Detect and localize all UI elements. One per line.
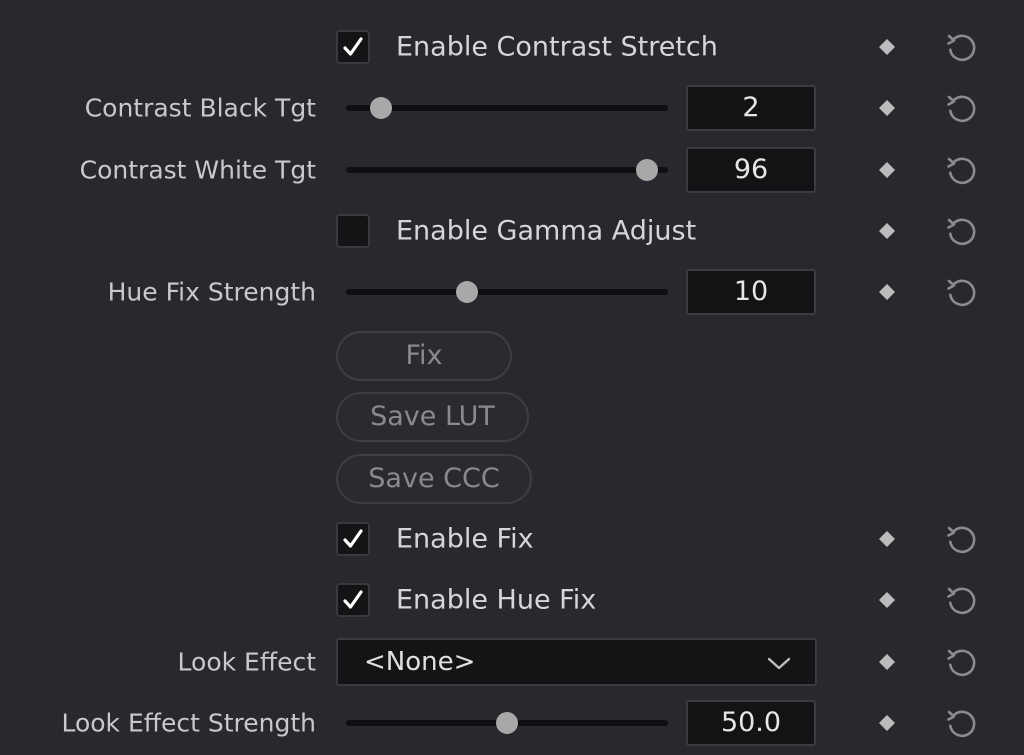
reset-arrow-icon — [947, 157, 976, 185]
reset-arrow-icon — [947, 34, 976, 62]
reset-arrow-icon — [947, 218, 976, 246]
reset-icon[interactable] — [945, 275, 979, 309]
checkmark-icon — [343, 37, 363, 56]
enable-gamma-adjust-checkbox[interactable] — [336, 214, 370, 248]
reset-arrow-icon — [947, 587, 976, 615]
keyframe-diamond-icon[interactable] — [878, 714, 896, 732]
row-enable-contrast-stretch: Enable Contrast Stretch — [0, 22, 1024, 72]
keyframe-diamond-icon[interactable] — [878, 591, 896, 609]
reset-icon[interactable] — [945, 91, 979, 125]
diamond-icon — [879, 162, 895, 178]
look-effect-strength-label: Look Effect Strength — [61, 708, 316, 738]
reset-icon[interactable] — [945, 583, 979, 617]
reset-arrow-icon — [947, 710, 976, 738]
fix-button[interactable]: Fix — [336, 331, 512, 381]
diamond-icon — [879, 284, 895, 300]
reset-arrow-icon — [947, 95, 976, 123]
row-enable-gamma-adjust: Enable Gamma Adjust — [0, 206, 1024, 256]
row-look-effect-strength: Look Effect Strength 50.0 — [0, 698, 1024, 748]
enable-hue-fix-label: Enable Hue Fix — [396, 584, 597, 616]
reset-icon[interactable] — [945, 645, 979, 679]
enable-fix-label: Enable Fix — [396, 523, 534, 555]
contrast-black-tgt-label: Contrast Black Tgt — [84, 93, 316, 123]
slider-thumb[interactable] — [636, 159, 659, 181]
slider-thumb[interactable] — [455, 281, 478, 303]
keyframe-diamond-icon[interactable] — [878, 38, 896, 56]
keyframe-diamond-icon[interactable] — [878, 161, 896, 179]
row-contrast-white-tgt: Contrast White Tgt 96 — [0, 145, 1024, 195]
contrast-white-tgt-slider[interactable] — [346, 159, 668, 181]
chevron-down-icon — [767, 657, 791, 670]
reset-icon[interactable] — [945, 153, 979, 187]
slider-thumb[interactable] — [370, 97, 393, 119]
diamond-icon — [879, 531, 895, 547]
checkmark-icon — [343, 529, 363, 548]
hue-fix-strength-slider[interactable] — [346, 281, 668, 303]
hue-fix-strength-label: Hue Fix Strength — [107, 277, 316, 307]
diamond-icon — [879, 100, 895, 116]
diamond-icon — [879, 654, 895, 670]
row-enable-fix: Enable Fix — [0, 514, 1024, 564]
save-ccc-button[interactable]: Save CCC — [336, 454, 532, 504]
look-effect-dropdown[interactable]: <None> — [336, 638, 817, 686]
hue-fix-strength-input[interactable]: 10 — [686, 269, 816, 315]
look-effect-strength-slider[interactable] — [346, 712, 668, 734]
diamond-icon — [879, 592, 895, 608]
enable-contrast-stretch-label: Enable Contrast Stretch — [396, 31, 718, 63]
row-hue-fix-strength: Hue Fix Strength 10 — [0, 267, 1024, 317]
row-fix-button: Fix — [0, 331, 1024, 381]
enable-fix-checkbox[interactable] — [336, 522, 370, 556]
reset-icon[interactable] — [945, 214, 979, 248]
diamond-icon — [879, 39, 895, 55]
diamond-icon — [879, 715, 895, 731]
look-effect-strength-input[interactable]: 50.0 — [686, 700, 816, 746]
contrast-black-tgt-input[interactable]: 2 — [686, 85, 816, 131]
row-contrast-black-tgt: Contrast Black Tgt 2 — [0, 83, 1024, 133]
fx-inspector-panel: Enable Contrast Stretch Contrast Black T… — [0, 0, 1024, 755]
keyframe-diamond-icon[interactable] — [878, 283, 896, 301]
reset-arrow-icon — [947, 649, 976, 677]
row-look-effect: Look Effect <None> — [0, 637, 1024, 687]
keyframe-diamond-icon[interactable] — [878, 99, 896, 117]
enable-gamma-adjust-label: Enable Gamma Adjust — [396, 215, 697, 247]
row-save-ccc-button: Save CCC — [0, 454, 1024, 504]
look-effect-label: Look Effect — [177, 647, 316, 677]
keyframe-diamond-icon[interactable] — [878, 530, 896, 548]
checkmark-icon — [343, 590, 363, 609]
keyframe-diamond-icon[interactable] — [878, 653, 896, 671]
reset-arrow-icon — [947, 526, 976, 554]
look-effect-selected-value: <None> — [364, 647, 476, 677]
reset-icon[interactable] — [945, 30, 979, 64]
row-enable-hue-fix: Enable Hue Fix — [0, 575, 1024, 625]
row-save-lut-button: Save LUT — [0, 392, 1024, 442]
enable-hue-fix-checkbox[interactable] — [336, 583, 370, 617]
save-lut-button[interactable]: Save LUT — [336, 392, 529, 442]
contrast-white-tgt-input[interactable]: 96 — [686, 147, 816, 193]
slider-thumb[interactable] — [496, 712, 518, 734]
enable-contrast-stretch-checkbox[interactable] — [336, 30, 370, 64]
reset-icon[interactable] — [945, 522, 979, 556]
contrast-white-tgt-label: Contrast White Tgt — [79, 155, 316, 185]
reset-icon[interactable] — [945, 706, 979, 740]
diamond-icon — [879, 223, 895, 239]
reset-arrow-icon — [947, 279, 976, 307]
contrast-black-tgt-slider[interactable] — [346, 97, 668, 119]
keyframe-diamond-icon[interactable] — [878, 222, 896, 240]
